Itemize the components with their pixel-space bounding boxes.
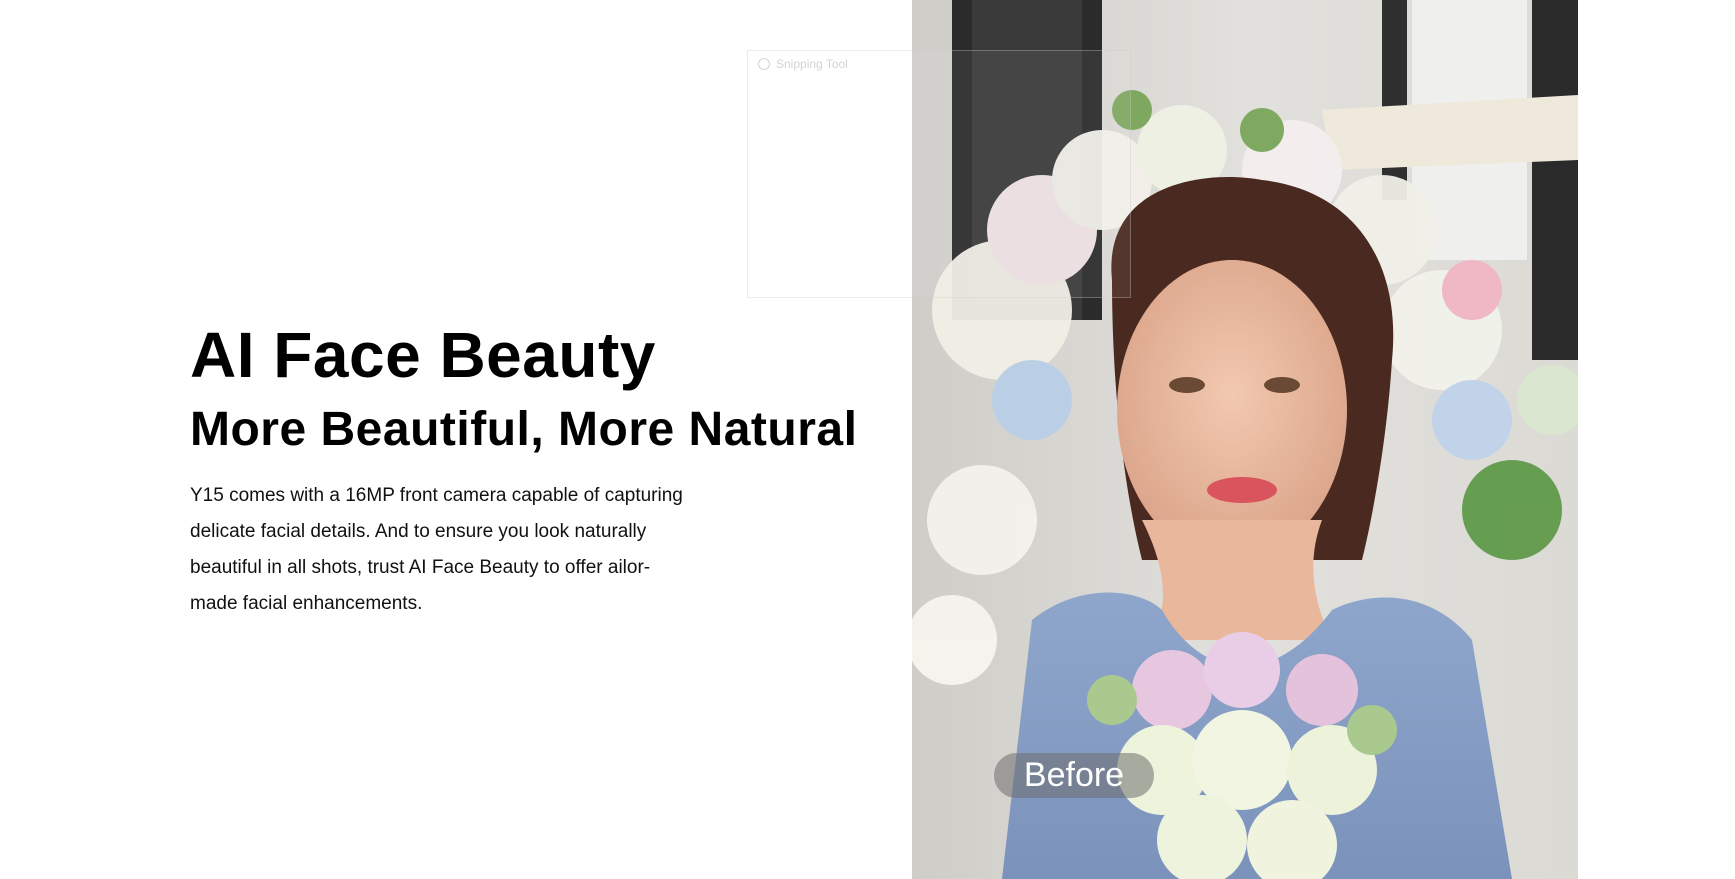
snipping-tool-label: Snipping Tool (776, 57, 848, 71)
feature-text-block: AI Face Beauty More Beautiful, More Natu… (190, 320, 890, 622)
before-badge: Before (994, 753, 1154, 798)
snipping-tool-title: Snipping Tool (758, 57, 848, 71)
feature-description: Y15 comes with a 16MP front camera capab… (190, 484, 683, 614)
feature-title: AI Face Beauty (190, 319, 656, 391)
feature-subtitle: More Beautiful, More Natural (190, 403, 858, 457)
scissors-icon (758, 58, 770, 70)
page: AI Face Beauty More Beautiful, More Natu… (0, 0, 1735, 879)
snipping-tool-overlay: Snipping Tool (747, 50, 1131, 298)
